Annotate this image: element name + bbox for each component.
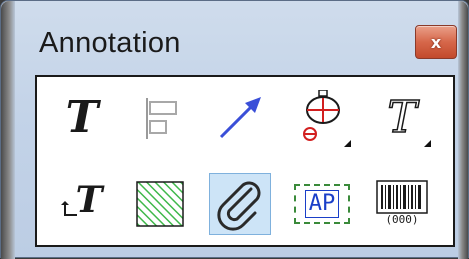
annotation-window: Annotation x T T T AP (000) bbox=[0, 0, 469, 259]
submenu-corner-indicator bbox=[424, 140, 431, 147]
paperclip-attachment-icon bbox=[217, 181, 261, 231]
attachment-tool-button[interactable] bbox=[209, 173, 271, 235]
window-title: Annotation bbox=[39, 27, 181, 59]
label-ap-frame: AP bbox=[294, 184, 350, 224]
text-style-tool-button[interactable]: T bbox=[371, 87, 433, 149]
callout-text-tool-button[interactable]: T bbox=[51, 173, 113, 235]
hatch-fill-tool-icon bbox=[136, 181, 184, 227]
annotation-toolbar: T T T AP (000) bbox=[35, 75, 455, 247]
arrow-tool-icon bbox=[219, 97, 261, 139]
callout-text-tool-icon: T bbox=[75, 179, 103, 221]
align-tool-button[interactable] bbox=[129, 87, 191, 149]
text-style-tool-icon: T bbox=[387, 92, 418, 143]
barcode-digits: (000) bbox=[385, 213, 419, 226]
hatch-fill-tool-button[interactable] bbox=[129, 173, 191, 235]
barcode-tool-icon-wrap: (000) bbox=[375, 179, 429, 229]
barcode-tool-icon bbox=[376, 180, 428, 214]
window-shadow-right bbox=[458, 1, 468, 259]
submenu-corner-indicator bbox=[344, 140, 351, 147]
callout-arrow-icon bbox=[61, 201, 77, 216]
label-ap-tool-button[interactable]: AP bbox=[291, 173, 353, 235]
align-tool-icon bbox=[146, 98, 177, 139]
close-icon: x bbox=[430, 32, 442, 52]
text-tool-icon: T bbox=[65, 92, 99, 143]
label-ap-tool-icon: AP bbox=[304, 190, 340, 218]
text-tool-button[interactable]: T bbox=[51, 87, 113, 149]
close-button[interactable]: x bbox=[415, 25, 457, 59]
stamp-point-tool-button[interactable] bbox=[291, 87, 353, 149]
window-shadow-left bbox=[1, 1, 15, 259]
barcode-tool-button[interactable]: (000) bbox=[371, 173, 433, 235]
stamp-point-tool-icon bbox=[303, 90, 340, 141]
arrow-tool-button[interactable] bbox=[209, 87, 271, 149]
